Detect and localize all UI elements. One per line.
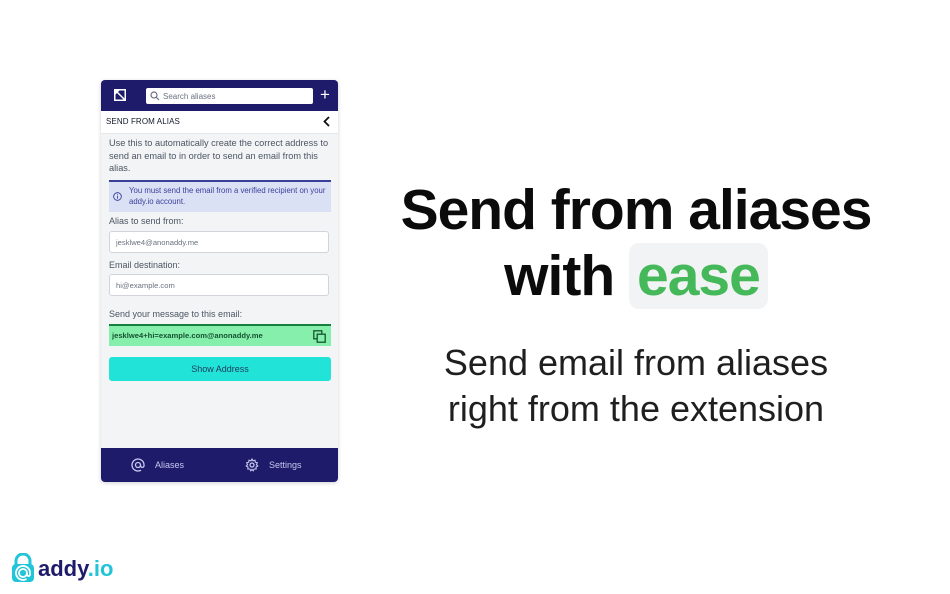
info-icon <box>113 192 122 201</box>
section-header: SEND FROM ALIAS <box>101 111 338 134</box>
top-bar: + <box>101 80 338 111</box>
destination-input[interactable]: hi@example.com <box>109 274 329 296</box>
brand-name: addy.io <box>38 556 113 582</box>
at-icon <box>131 458 145 472</box>
info-banner: You must send the email from a verified … <box>109 180 331 212</box>
nav-settings[interactable]: Settings <box>245 458 325 472</box>
show-address-button[interactable]: Show Address <box>109 357 331 381</box>
description-text: Use this to automatically create the cor… <box>109 138 329 173</box>
alias-input[interactable]: jesklwe4@anonaddy.me <box>109 231 329 253</box>
headline-line1: Send from aliases <box>400 178 873 242</box>
headline-highlight: ease <box>629 243 768 309</box>
headline: Send from aliases with ease <box>380 177 892 309</box>
lock-logo-icon <box>12 553 34 582</box>
message-label: Send your message to this email: <box>109 309 243 319</box>
headline-line2: with ease <box>380 243 892 309</box>
gear-icon <box>245 458 259 472</box>
subheadline-line2: right from the extension <box>447 388 825 429</box>
extension-popup: + SEND FROM ALIAS Use this to automatica… <box>101 80 338 482</box>
nav-aliases-label: Aliases <box>155 460 185 470</box>
plus-icon[interactable]: + <box>317 86 333 104</box>
search-input[interactable] <box>163 88 309 104</box>
subheadline: Send email from aliases right from the e… <box>380 340 892 432</box>
destination-label: Email destination: <box>109 260 181 270</box>
subheadline-line1: Send email from aliases <box>443 342 829 383</box>
generated-address-box: jesklwe4+hi=example.com@anonaddy.me <box>109 324 331 346</box>
generated-address: jesklwe4+hi=example.com@anonaddy.me <box>112 331 263 340</box>
extension-logo-icon[interactable] <box>114 89 126 101</box>
chevron-left-icon[interactable] <box>321 115 333 128</box>
alias-label: Alias to send from: <box>109 216 184 226</box>
info-text: You must send the email from a verified … <box>129 186 326 206</box>
headline-prefix: with <box>504 244 615 308</box>
bottom-nav: Aliases Settings <box>101 448 338 482</box>
nav-settings-label: Settings <box>269 460 302 470</box>
page-title: SEND FROM ALIAS <box>106 117 180 126</box>
copy-icon[interactable] <box>313 330 326 343</box>
brand-name-main: addy <box>38 556 88 581</box>
brand-name-suffix: .io <box>87 556 114 581</box>
nav-aliases[interactable]: Aliases <box>131 458 201 472</box>
search-box[interactable] <box>146 88 313 104</box>
search-icon <box>150 91 160 101</box>
